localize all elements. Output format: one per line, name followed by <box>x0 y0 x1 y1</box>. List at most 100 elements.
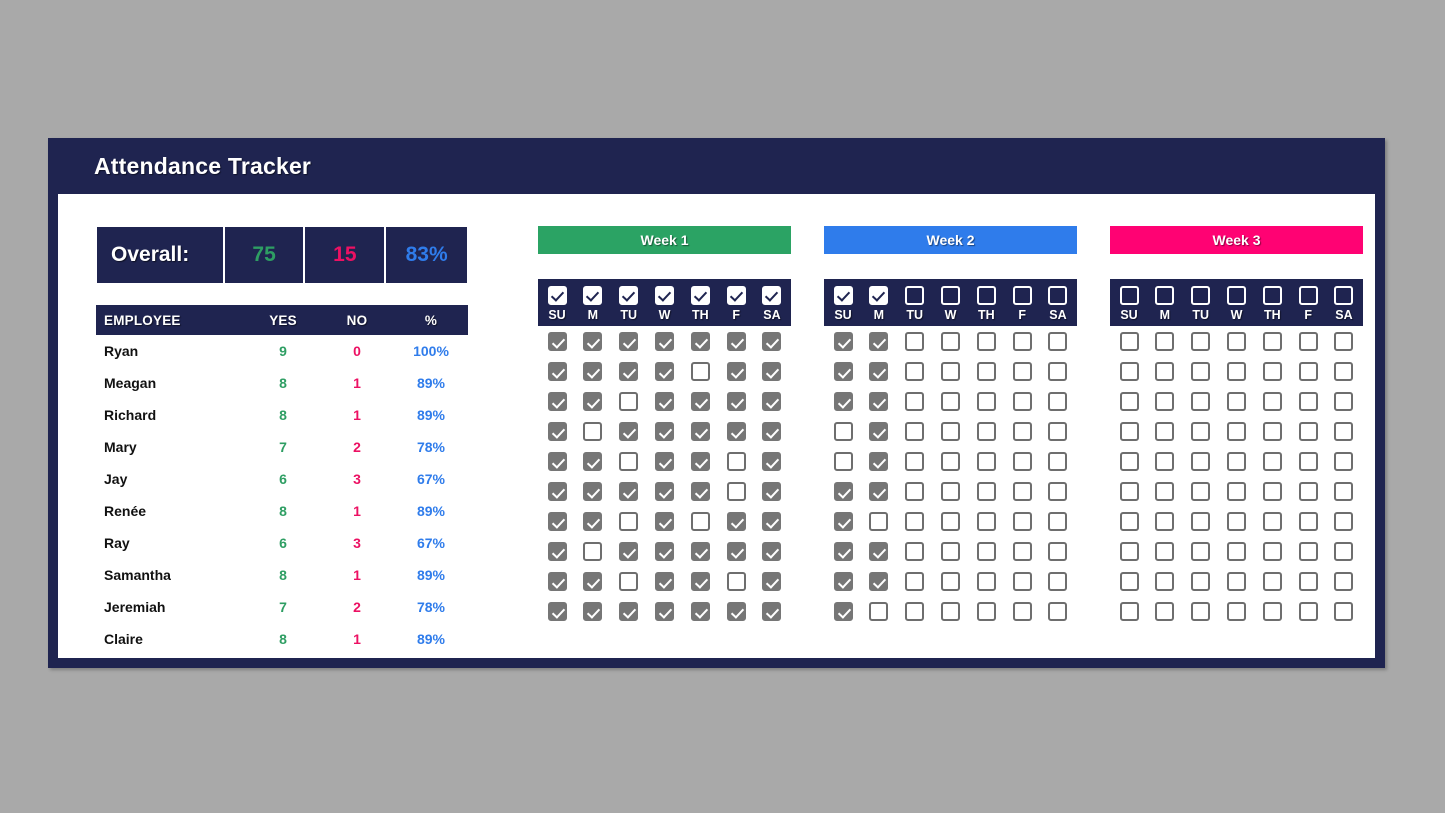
checkbox-checked-icon[interactable] <box>833 541 853 561</box>
checkbox-unchecked-icon[interactable] <box>1191 451 1211 471</box>
checkbox-unchecked-icon[interactable] <box>1226 541 1246 561</box>
checkbox-cell[interactable] <box>685 421 715 441</box>
checkbox-cell[interactable] <box>578 361 608 381</box>
checkbox-unchecked-icon[interactable] <box>1012 481 1032 501</box>
checkbox-cell[interactable] <box>971 541 1001 561</box>
checkbox-unchecked-icon[interactable] <box>1119 391 1139 411</box>
checkbox-unchecked-icon[interactable] <box>1012 451 1032 471</box>
checkbox-cell[interactable] <box>542 511 572 531</box>
checkbox-cell[interactable] <box>864 451 894 471</box>
checkbox-unchecked-icon[interactable] <box>1298 391 1318 411</box>
checkbox-cell[interactable] <box>828 511 858 531</box>
checkbox-cell[interactable] <box>757 391 787 411</box>
checkbox-checked-icon[interactable] <box>654 571 674 591</box>
checkbox-checked-icon[interactable] <box>833 361 853 381</box>
checkbox-cell[interactable] <box>935 571 965 591</box>
checkbox-cell[interactable] <box>1007 541 1037 561</box>
checkbox-cell[interactable] <box>721 331 751 351</box>
checkbox-checked-icon[interactable] <box>690 541 710 561</box>
checkbox-cell[interactable] <box>1186 421 1216 441</box>
checkbox-checked-icon[interactable] <box>690 601 710 621</box>
checkbox-cell[interactable] <box>1007 571 1037 591</box>
checkbox-cell[interactable] <box>1007 361 1037 381</box>
checkbox-cell[interactable] <box>1329 451 1359 471</box>
checkbox-checked-icon[interactable] <box>619 541 639 561</box>
checkbox-cell[interactable] <box>1221 571 1251 591</box>
checkbox-cell[interactable] <box>971 601 1001 621</box>
checkbox-cell[interactable] <box>900 541 930 561</box>
checkbox-cell[interactable] <box>721 571 751 591</box>
checkbox-cell[interactable] <box>1007 421 1037 441</box>
checkbox-unchecked-icon[interactable] <box>905 361 925 381</box>
checkbox-unchecked-icon[interactable] <box>1262 481 1282 501</box>
checkbox-cell[interactable] <box>1257 361 1287 381</box>
checkbox-cell[interactable] <box>578 421 608 441</box>
header-checkbox-cell[interactable] <box>1329 286 1359 305</box>
checkbox-unchecked-icon[interactable] <box>1048 511 1068 531</box>
checkbox-unchecked-icon[interactable] <box>1226 391 1246 411</box>
checkbox-cell[interactable] <box>935 361 965 381</box>
checkbox-unchecked-icon[interactable] <box>1191 331 1211 351</box>
checkbox-cell[interactable] <box>649 481 679 501</box>
checkbox-checked-icon[interactable] <box>833 331 853 351</box>
checkbox-cell[interactable] <box>721 541 751 561</box>
checkbox-unchecked-icon[interactable] <box>1119 481 1139 501</box>
checkbox-unchecked-icon[interactable] <box>1119 601 1139 621</box>
checkbox-cell[interactable] <box>1186 541 1216 561</box>
checkbox-cell[interactable] <box>1257 481 1287 501</box>
checkbox-cell[interactable] <box>864 331 894 351</box>
checkbox-unchecked-icon[interactable] <box>940 286 960 305</box>
checkbox-unchecked-icon[interactable] <box>940 571 960 591</box>
checkbox-unchecked-icon[interactable] <box>583 541 603 561</box>
checkbox-unchecked-icon[interactable] <box>690 511 710 531</box>
checkbox-checked-icon[interactable] <box>869 421 889 441</box>
checkbox-cell[interactable] <box>935 541 965 561</box>
checkbox-checked-icon[interactable] <box>547 481 567 501</box>
checkbox-cell[interactable] <box>1221 511 1251 531</box>
checkbox-cell[interactable] <box>578 451 608 471</box>
checkbox-cell[interactable] <box>1257 601 1287 621</box>
checkbox-unchecked-icon[interactable] <box>1298 511 1318 531</box>
checkbox-cell[interactable] <box>721 361 751 381</box>
checkbox-unchecked-icon[interactable] <box>1155 601 1175 621</box>
checkbox-unchecked-icon[interactable] <box>1226 571 1246 591</box>
checkbox-checked-icon[interactable] <box>833 511 853 531</box>
checkbox-cell[interactable] <box>1293 541 1323 561</box>
checkbox-cell[interactable] <box>649 331 679 351</box>
checkbox-cell[interactable] <box>1186 331 1216 351</box>
checkbox-checked-icon[interactable] <box>547 391 567 411</box>
checkbox-cell[interactable] <box>1221 361 1251 381</box>
checkbox-checked-icon[interactable] <box>619 331 639 351</box>
checkbox-cell[interactable] <box>1043 541 1073 561</box>
checkbox-unchecked-icon[interactable] <box>1334 481 1354 501</box>
checkbox-cell[interactable] <box>1329 541 1359 561</box>
checkbox-checked-icon[interactable] <box>547 571 567 591</box>
checkbox-unchecked-icon[interactable] <box>1012 331 1032 351</box>
checkbox-cell[interactable] <box>1114 451 1144 471</box>
checkbox-cell[interactable] <box>1114 571 1144 591</box>
checkbox-cell[interactable] <box>542 451 572 471</box>
header-checkbox-cell[interactable] <box>1221 286 1251 305</box>
checkbox-unchecked-icon[interactable] <box>1334 421 1354 441</box>
checkbox-cell[interactable] <box>649 541 679 561</box>
checkbox-cell[interactable] <box>578 541 608 561</box>
checkbox-cell[interactable] <box>1293 571 1323 591</box>
header-checkbox-cell[interactable] <box>1186 286 1216 305</box>
checkbox-cell[interactable] <box>649 511 679 531</box>
checkbox-unchecked-icon[interactable] <box>1119 511 1139 531</box>
checkbox-cell[interactable] <box>578 601 608 621</box>
checkbox-checked-icon[interactable] <box>762 286 782 305</box>
checkbox-unchecked-icon[interactable] <box>905 286 925 305</box>
checkbox-cell[interactable] <box>757 421 787 441</box>
checkbox-unchecked-icon[interactable] <box>1012 421 1032 441</box>
checkbox-cell[interactable] <box>971 331 1001 351</box>
checkbox-cell[interactable] <box>685 391 715 411</box>
checkbox-unchecked-icon[interactable] <box>1191 541 1211 561</box>
checkbox-cell[interactable] <box>971 511 1001 531</box>
checkbox-checked-icon[interactable] <box>547 511 567 531</box>
checkbox-checked-icon[interactable] <box>833 571 853 591</box>
checkbox-unchecked-icon[interactable] <box>1262 286 1282 305</box>
header-checkbox-cell[interactable] <box>1257 286 1287 305</box>
checkbox-unchecked-icon[interactable] <box>1012 361 1032 381</box>
checkbox-cell[interactable] <box>1043 361 1073 381</box>
